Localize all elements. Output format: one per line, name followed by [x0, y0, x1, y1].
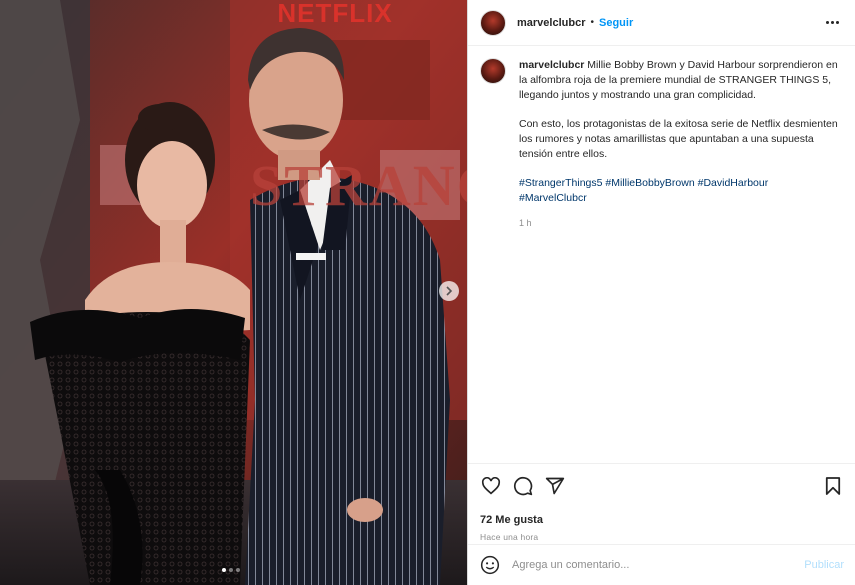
carousel-dot — [229, 568, 233, 572]
avatar[interactable] — [480, 9, 506, 36]
post-photo: NETFLIX STRANGER — [0, 0, 467, 585]
chevron-right-icon — [446, 286, 453, 296]
comment-bar: Publicar — [468, 544, 855, 585]
more-dot — [826, 21, 829, 24]
caption-paragraph-2: Con esto, los protagonistas de la exitos… — [519, 118, 838, 160]
likes-count[interactable]: 72 Me gusta — [480, 514, 844, 526]
bookmark-icon — [825, 477, 841, 495]
caption-timestamp: 1 h — [519, 218, 532, 228]
caption-hashtags: #StrangerThings5 #MillieBobbyBrown #Davi… — [519, 176, 839, 206]
more-options-button[interactable] — [822, 17, 843, 28]
heart-icon — [481, 477, 501, 495]
hashtag-link[interactable]: #MarvelClubcr — [519, 192, 587, 204]
header-username[interactable]: marvelclubcr — [517, 17, 585, 29]
netflix-sign: NETFLIX — [277, 0, 392, 28]
caption-username[interactable]: marvelclubcr — [519, 59, 584, 71]
caption-row: marvelclubcr Millie Bobby Brown y David … — [480, 58, 843, 231]
post-actions: 72 Me gusta Hace una hora — [468, 463, 855, 542]
carousel-next-button[interactable] — [439, 281, 459, 301]
more-dot — [836, 21, 839, 24]
carousel-dots — [222, 568, 240, 572]
caption-text: marvelclubcr Millie Bobby Brown y David … — [519, 58, 839, 231]
action-icon-row — [480, 474, 844, 498]
like-button[interactable] — [480, 475, 502, 497]
publish-button[interactable]: Publicar — [804, 559, 844, 571]
stranger-backdrop-text: STRANGER — [250, 153, 467, 218]
emoji-icon[interactable] — [480, 555, 500, 575]
header-separator: • — [590, 17, 594, 28]
more-dot — [831, 21, 834, 24]
carousel-dot — [236, 568, 240, 572]
caption-area: marvelclubcr Millie Bobby Brown y David … — [468, 46, 855, 463]
post-header: marvelclubcr • Seguir — [468, 0, 855, 46]
carousel-dot — [222, 568, 226, 572]
caption-avatar[interactable] — [480, 58, 506, 84]
hashtag-link[interactable]: #StrangerThings5 — [519, 177, 602, 189]
share-icon — [545, 477, 565, 495]
comment-input[interactable] — [512, 559, 805, 571]
post-media[interactable]: NETFLIX STRANGER — [0, 0, 467, 585]
follow-button[interactable]: Seguir — [599, 17, 633, 29]
save-button[interactable] — [822, 475, 844, 497]
hashtag-link[interactable]: #MillieBobbyBrown — [605, 177, 694, 189]
comment-icon — [513, 476, 533, 496]
caption-paragraph-1: marvelclubcr Millie Bobby Brown y David … — [519, 58, 839, 103]
comment-button[interactable] — [512, 475, 534, 497]
hashtag-link[interactable]: #DavidHarbour — [698, 177, 769, 189]
post-time-ago: Hace una hora — [480, 532, 539, 542]
post-side-panel: marvelclubcr • Seguir marvelclubcr Milli… — [467, 0, 855, 585]
share-button[interactable] — [544, 475, 566, 497]
